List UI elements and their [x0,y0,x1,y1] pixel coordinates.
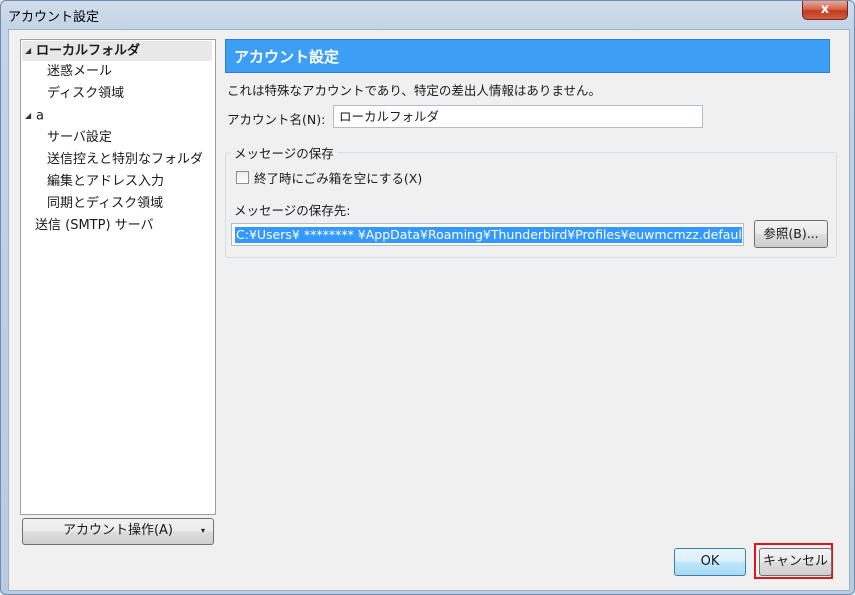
account-actions-label: アカウント操作(A) [62,523,174,538]
title-bar[interactable]: アカウント設定 x [1,1,854,27]
special-account-info: これは特殊なアカウントであり、特定の差出人情報はありません。 [227,83,602,98]
tree-item-label: ローカルフォルダ [36,43,141,59]
empty-trash-checkbox[interactable] [236,171,249,184]
dropdown-caret-icon: ▾ [200,526,205,535]
account-name-input[interactable]: ローカルフォルダ [333,105,703,128]
tree-item-copies-folders[interactable]: 送信控えと特別なフォルダ [47,150,203,170]
empty-trash-label[interactable]: 終了時にごみ箱を空にする(X) [254,168,422,187]
account-settings-window: アカウント設定 x ◢ ローカルフォルダ 迷惑メール ディスク領域 ◢ a サーバ設… [0,0,855,595]
account-tree[interactable]: ◢ ローカルフォルダ 迷惑メール ディスク領域 ◢ a サーバ設定 送信控えと特別な… [20,39,216,515]
cancel-button[interactable]: キャンセル [759,548,832,576]
account-name-label: アカウント名(N): [227,112,326,127]
tree-item-disk-space[interactable]: ディスク領域 [47,84,124,104]
dialog-client-area: ◢ ローカルフォルダ 迷惑メール ディスク領域 ◢ a サーバ設定 送信控えと特別な… [8,29,850,591]
store-path-value: C:¥Users¥ ******** ¥AppData¥Roaming¥Thun… [235,227,742,243]
page-title: アカウント設定 [225,39,830,73]
tree-item-smtp-server[interactable]: 送信 (SMTP) サーバ [35,216,154,236]
store-path-input[interactable]: C:¥Users¥ ******** ¥AppData¥Roaming¥Thun… [231,223,744,246]
tree-item-account-a[interactable]: ◢ a [25,106,44,126]
close-button[interactable]: x [802,1,848,20]
tree-item-composition-addressing[interactable]: 編集とアドレス入力 [47,172,164,192]
tree-item-server-settings[interactable]: サーバ設定 [47,128,112,148]
expand-arrow-icon[interactable]: ◢ [25,41,36,61]
tree-item-local-folders[interactable]: ◢ ローカルフォルダ [22,41,212,61]
message-storage-group-title: メッセージの保存 [231,143,337,162]
tree-item-sync-disk-space[interactable]: 同期とディスク領域 [47,194,163,214]
browse-button[interactable]: 参照(B)... [754,220,828,248]
ok-button[interactable]: OK [674,548,746,576]
account-actions-button[interactable]: アカウント操作(A) ▾ [22,518,214,545]
window-title: アカウント設定 [8,10,100,25]
store-path-label: メッセージの保存先: [234,203,351,218]
expand-arrow-icon[interactable]: ◢ [25,106,36,126]
tree-item-label: a [36,108,44,124]
tree-item-junk-mail[interactable]: 迷惑メール [47,62,112,82]
